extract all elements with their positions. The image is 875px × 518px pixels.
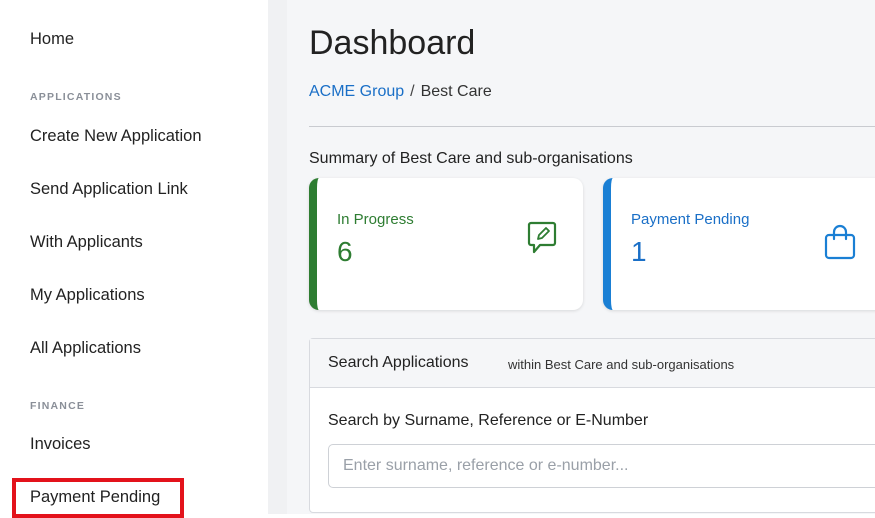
sidebar-item-send-application-link[interactable]: Send Application Link <box>30 180 188 199</box>
sidebar-item-my-applications[interactable]: My Applications <box>30 286 145 305</box>
payment-pending-count: 1 <box>631 236 647 267</box>
chat-edit-icon <box>527 220 557 261</box>
sidebar-item-home[interactable]: Home <box>30 30 74 49</box>
summary-heading: Summary of Best Care and sub-organisatio… <box>309 150 633 167</box>
sidebar: Home APPLICATIONS Create New Application… <box>0 0 268 518</box>
payment-pending-label: Payment Pending <box>631 211 750 228</box>
search-panel: Search Applications within Best Care and… <box>309 338 875 513</box>
page-title: Dashboard <box>309 24 476 62</box>
shopping-bag-icon <box>823 224 857 265</box>
breadcrumb-current: Best Care <box>420 83 492 100</box>
search-panel-header: Search Applications within Best Care and… <box>310 339 875 388</box>
in-progress-card[interactable]: In Progress 6 <box>309 178 583 310</box>
breadcrumb-separator: / <box>410 83 415 100</box>
in-progress-count: 6 <box>337 236 353 267</box>
payment-pending-card[interactable]: Payment Pending 1 <box>603 178 875 310</box>
sidebar-item-invoices[interactable]: Invoices <box>30 435 91 454</box>
sidebar-item-with-applicants[interactable]: With Applicants <box>30 233 143 252</box>
breadcrumb: ACME Group / Best Care <box>309 83 492 101</box>
search-field-label: Search by Surname, Reference or E-Number <box>328 412 649 429</box>
sidebar-section-finance: FINANCE <box>30 400 86 412</box>
in-progress-label: In Progress <box>337 211 414 228</box>
sidebar-item-payment-pending[interactable]: Payment Pending <box>30 488 160 507</box>
search-input[interactable] <box>328 444 875 488</box>
sidebar-item-create-new-application[interactable]: Create New Application <box>30 127 202 146</box>
sidebar-divider <box>268 0 287 514</box>
main-content: Dashboard ACME Group / Best Care Summary o… <box>287 0 875 514</box>
sidebar-item-all-applications[interactable]: All Applications <box>30 339 141 358</box>
sidebar-section-applications: APPLICATIONS <box>30 91 122 103</box>
breadcrumb-link-parent[interactable]: ACME Group <box>309 83 404 100</box>
search-panel-title: Search Applications <box>328 354 469 371</box>
header-divider <box>309 126 875 127</box>
search-panel-subtitle: within Best Care and sub-organisations <box>508 357 735 372</box>
